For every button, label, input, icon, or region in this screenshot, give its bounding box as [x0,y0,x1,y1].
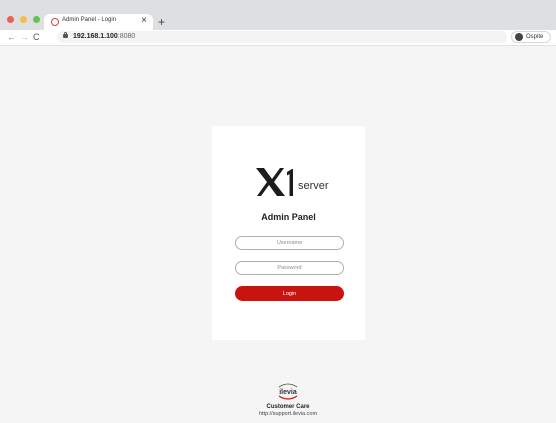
browser-tab-strip: Admin Panel - Login × + [0,0,556,30]
logo-product-text: server [298,180,329,192]
back-arrow-icon[interactable]: ← [7,30,16,45]
login-button[interactable]: Login [235,286,344,301]
address-url: 192.168.1.100:8080 [73,31,135,43]
password-input[interactable] [235,261,344,275]
profile-button[interactable]: Ospite [511,31,551,43]
person-circle-icon [515,33,523,41]
profile-label: Ospite [526,34,544,40]
customer-care-title: Customer Care [266,404,310,410]
window-maximize-button[interactable] [33,16,40,23]
reload-icon[interactable]: C [33,30,40,45]
x1-logo-mark-icon [256,168,293,196]
window-close-button[interactable] [7,16,14,23]
lock-icon [63,32,68,38]
ilevia-logo-text: ilevia [279,389,297,396]
browser-toolbar: ← → C 192.168.1.100:8080 Ospite [0,30,556,46]
new-tab-button[interactable]: + [158,14,165,30]
browser-tab[interactable]: Admin Panel - Login × [44,14,153,30]
support-link[interactable]: http://support.ilevia.com [228,411,348,417]
ilevia-favicon-icon [51,18,59,26]
login-card: server Admin Panel Login [212,126,365,340]
ilevia-logo: ilevia [275,380,301,402]
ilevia-logo-icon: ilevia [278,383,298,400]
window-minimize-button[interactable] [20,16,27,23]
x1-server-logo: server [254,166,329,202]
username-input[interactable] [235,236,344,250]
tab-close-icon[interactable]: × [141,15,147,27]
address-port: :8080 [117,33,136,40]
address-host: 192.168.1.100 [73,33,118,40]
page-title: Admin Panel [261,212,316,222]
tab-title: Admin Panel - Login [62,17,117,23]
address-bar[interactable]: 192.168.1.100:8080 [57,31,507,43]
forward-arrow-icon[interactable]: → [20,30,29,45]
